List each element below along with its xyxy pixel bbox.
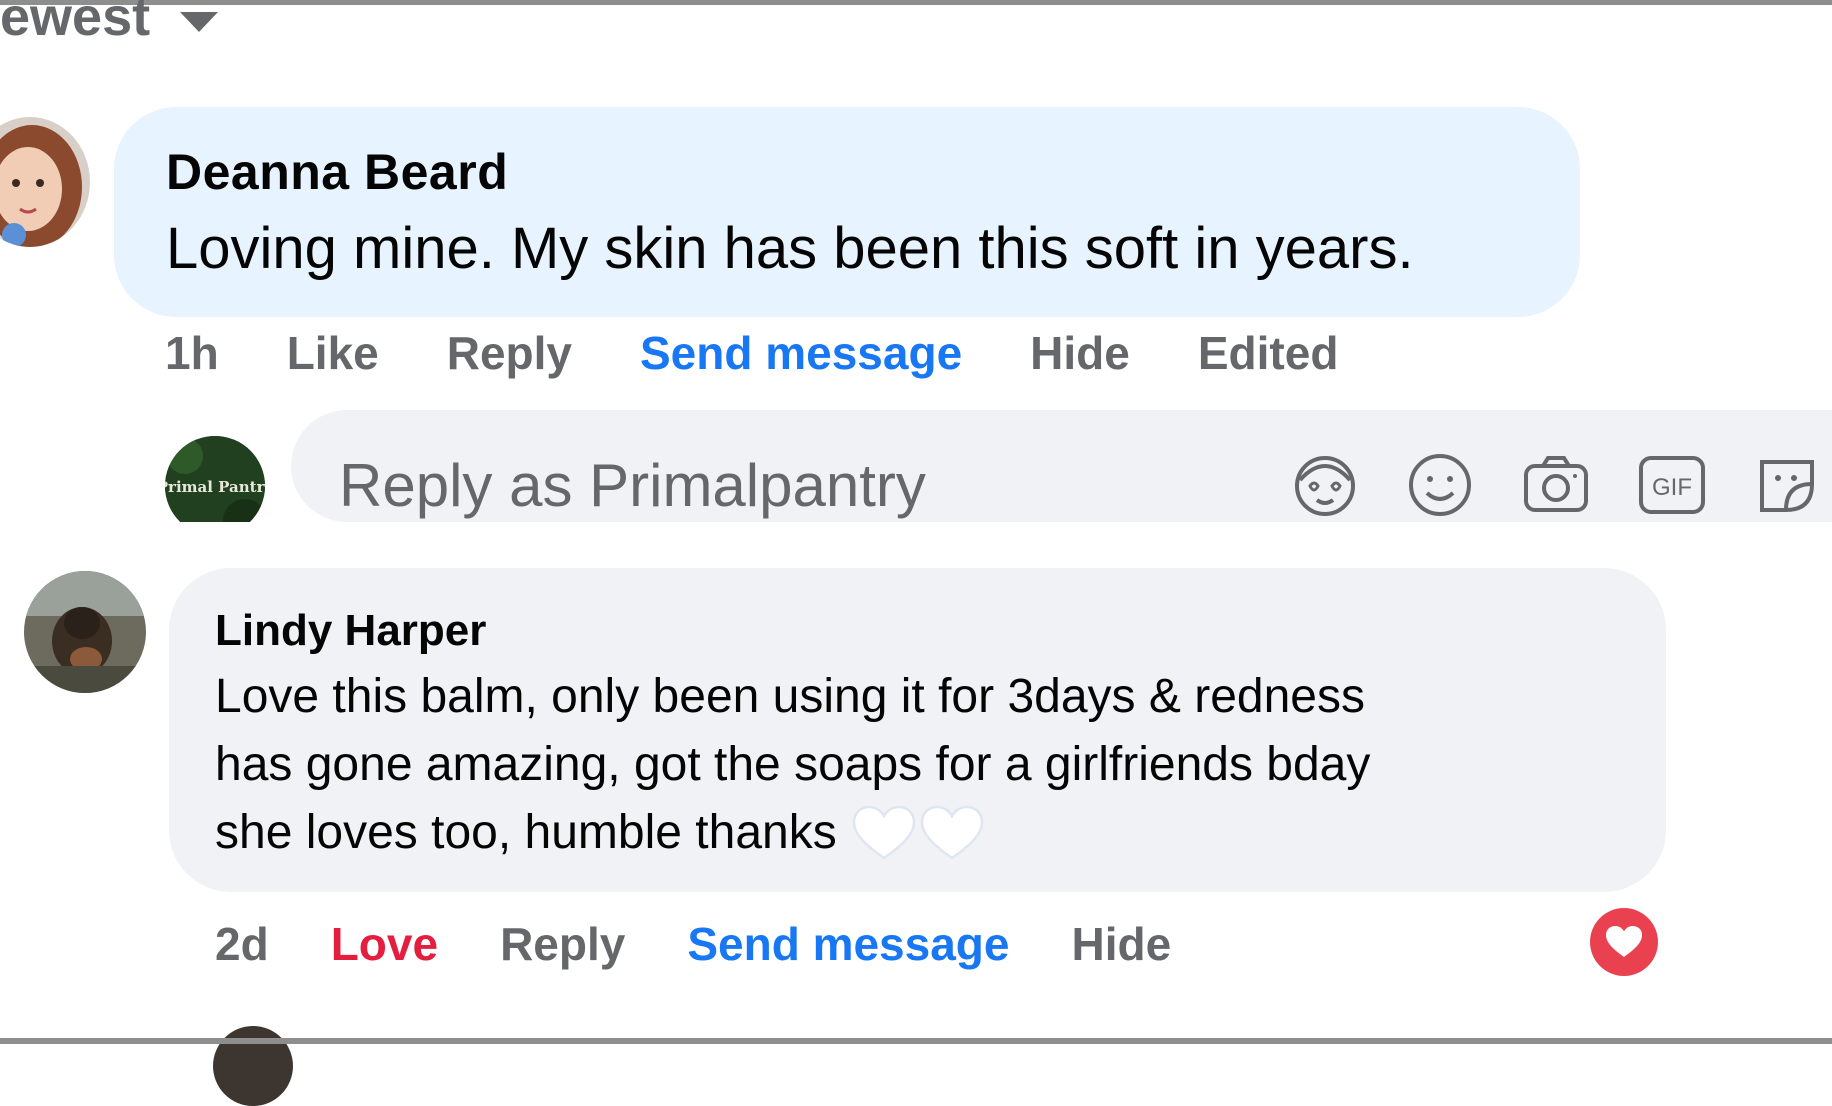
- comment-text-line: she loves too, humble thanks: [215, 806, 837, 860]
- comment-bubble: Deanna Beard Loving mine. My skin has be…: [114, 107, 1580, 317]
- hide-button[interactable]: Hide: [1030, 326, 1130, 380]
- comment-sort-dropdown[interactable]: ewest: [0, 0, 219, 48]
- love-heart-icon: [1606, 926, 1642, 957]
- love-button[interactable]: Love: [331, 917, 438, 971]
- love-reaction-badge[interactable]: [1590, 908, 1658, 976]
- comment-author[interactable]: Lindy Harper: [215, 602, 1666, 659]
- reply-button[interactable]: Reply: [447, 326, 572, 380]
- white-heart-icon: [920, 805, 983, 860]
- comment-actions: 1h Like Reply Send message Hide Edited: [165, 326, 1338, 380]
- avatar[interactable]: [24, 571, 146, 693]
- white-heart-emojis: [851, 804, 985, 862]
- comment-bubble: Lindy Harper Love this balm, only been u…: [169, 568, 1666, 892]
- sort-label: ewest: [0, 0, 151, 47]
- like-button[interactable]: Like: [287, 326, 379, 380]
- comment-timestamp[interactable]: 1h: [165, 326, 219, 380]
- edited-label[interactable]: Edited: [1198, 326, 1339, 380]
- emoji-icon[interactable]: [1405, 450, 1475, 520]
- window-bottom-edge: [0, 1038, 1832, 1044]
- page-avatar: Primal Pantry: [165, 436, 265, 536]
- avatar[interactable]: [0, 117, 90, 247]
- reply-input[interactable]: Reply as Primalpantry: [339, 451, 926, 520]
- send-message-button[interactable]: Send message: [687, 917, 1009, 971]
- reply-box-clip: [0, 522, 1832, 564]
- camera-icon[interactable]: [1521, 450, 1591, 520]
- reply-button[interactable]: Reply: [500, 917, 625, 971]
- send-message-button[interactable]: Send message: [640, 326, 962, 380]
- gif-icon[interactable]: GIF: [1637, 450, 1707, 520]
- comment-timestamp[interactable]: 2d: [215, 917, 269, 971]
- hide-button[interactable]: Hide: [1072, 917, 1172, 971]
- page-avatar-text: Primal Pantry: [165, 478, 265, 496]
- white-heart-icon: [852, 805, 915, 860]
- window-top-edge: [0, 0, 1832, 5]
- comment-text-line: has gone amazing, got the soaps for a gi…: [215, 738, 1371, 792]
- comment-author[interactable]: Deanna Beard: [166, 141, 1580, 204]
- svg-text:GIF: GIF: [1652, 474, 1692, 501]
- comment-text: Love this balm, only been using it for 3…: [215, 663, 1666, 867]
- comment-text: Loving mine. My skin has been this soft …: [166, 215, 1414, 281]
- avatar-sticker-icon[interactable]: [1290, 450, 1360, 520]
- caret-down-icon: [180, 12, 219, 32]
- comment-actions: 2d Love Reply Send message Hide: [215, 917, 1171, 971]
- comment-text-last-line: she loves too, humble thanks: [215, 799, 1666, 867]
- comment-text-line: Love this balm, only been using it for 3…: [215, 670, 1365, 724]
- sticker-icon[interactable]: [1752, 450, 1822, 520]
